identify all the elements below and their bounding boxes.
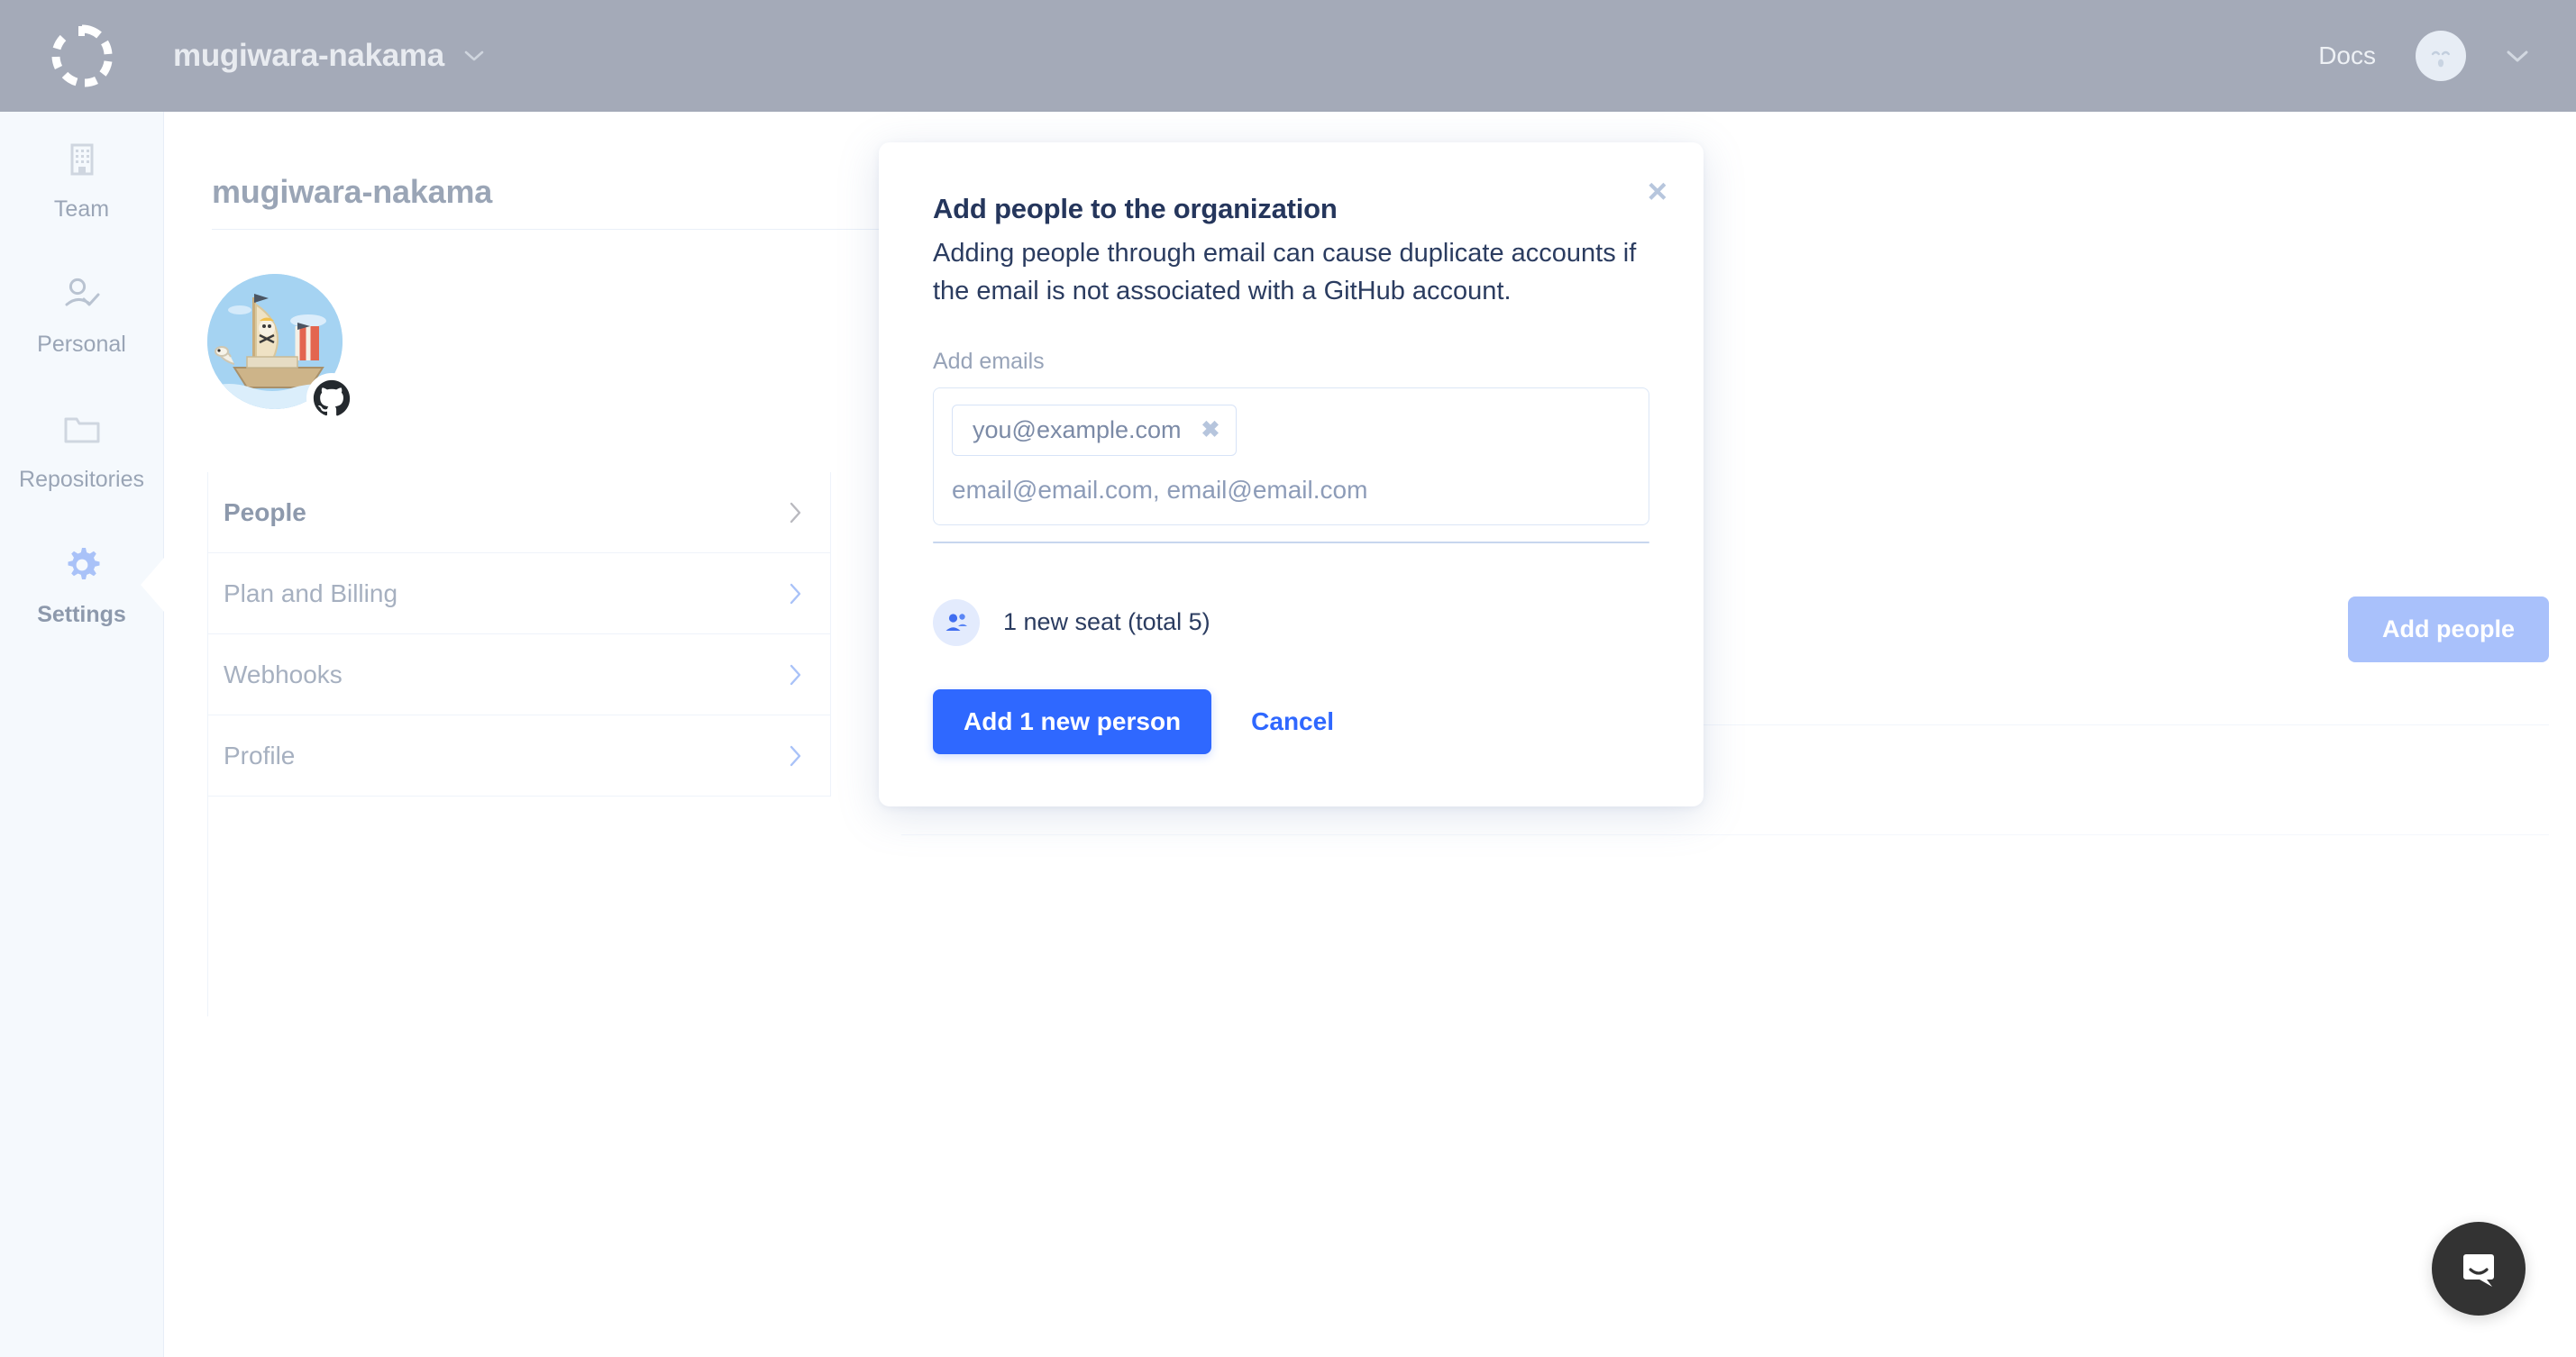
user-avatar-face-icon [2431, 50, 2450, 68]
sidebar-item-team[interactable]: Team [0, 112, 163, 247]
building-icon [59, 137, 105, 182]
intercom-chat-icon [2463, 1254, 2494, 1287]
email-chip-label: you@example.com [973, 415, 1182, 443]
chevron-down-icon [464, 50, 484, 62]
docs-link[interactable]: Docs [2318, 41, 2376, 70]
field-focus-underline [933, 541, 1649, 543]
add-people-modal: × Add people to the organization Adding … [879, 142, 1704, 806]
add-people-button[interactable]: Add people [2348, 597, 2549, 662]
app-root: mugiwara-nakama Docs mugiwara-nakama Peo… [0, 0, 2576, 1357]
email-input-placeholder: email@email.com, email@email.com [952, 475, 1368, 504]
github-badge [306, 373, 357, 423]
chevron-right-icon [789, 501, 803, 524]
sidebar-item-label: Team [53, 196, 110, 222]
modal-actions: Add 1 new person Cancel [933, 688, 1649, 754]
sidebar-item-repositories[interactable]: Repositories [0, 382, 163, 517]
segmented-ring-logo-icon [49, 23, 115, 89]
modal-description: Adding people through email can cause du… [933, 239, 1637, 306]
org-switcher[interactable]: mugiwara-nakama [164, 32, 493, 79]
intercom-launcher-button[interactable] [2432, 1222, 2526, 1316]
cancel-button[interactable]: Cancel [1251, 707, 1334, 736]
nav-label: Webhooks [224, 660, 343, 688]
people-seat-icon [933, 598, 980, 646]
email-input-field[interactable]: you@example.com ✖ email@email.com, email… [933, 387, 1649, 525]
gear-icon [59, 542, 105, 587]
seat-summary: 1 new seat (total 5) [933, 598, 1649, 646]
sidebar-item-settings[interactable]: Settings [0, 517, 164, 652]
top-header: mugiwara-nakama Docs [0, 0, 2576, 112]
nav-label: Profile [224, 741, 296, 770]
seat-count-text: 1 new seat (total 5) [1003, 608, 1210, 636]
close-icon[interactable]: × [1648, 175, 1667, 209]
folder-icon [59, 407, 105, 452]
org-name-label: mugiwara-nakama [173, 38, 444, 73]
members-divider-bottom [901, 834, 2549, 835]
sidebar-item-label: Settings [37, 601, 126, 627]
sidebar-item-profile[interactable]: Profile [207, 715, 830, 797]
chevron-right-icon [789, 663, 803, 687]
left-icon-rail: Team Personal Repositories Settings [0, 112, 164, 1357]
chevron-right-icon [789, 582, 803, 606]
user-check-icon [59, 272, 105, 317]
chevron-right-icon [789, 744, 803, 768]
avatar-chevron-down-icon[interactable] [2506, 49, 2529, 63]
page-title: mugiwara-nakama [212, 173, 493, 210]
nav-label: People [224, 498, 306, 526]
sidebar-item-label: Personal [37, 331, 126, 357]
github-icon [313, 379, 351, 416]
sidebar-item-webhooks[interactable]: Webhooks [207, 634, 830, 715]
sidebar-item-label: Repositories [19, 466, 144, 492]
add-emails-label: Add emails [933, 348, 1045, 374]
sidebar-item-people[interactable]: People [207, 472, 830, 553]
header-right-group: Docs [2318, 31, 2576, 81]
chip-remove-icon[interactable]: ✖ [1201, 418, 1220, 442]
avatar[interactable] [2416, 31, 2466, 81]
add-new-person-button[interactable]: Add 1 new person [933, 688, 1212, 754]
nav-label: Plan and Billing [224, 578, 398, 607]
modal-title: Add people to the organization [933, 193, 1338, 224]
app-logo[interactable] [0, 23, 164, 89]
email-chip[interactable]: you@example.com ✖ [952, 404, 1238, 456]
active-indicator-notch [141, 558, 164, 612]
sidebar-item-personal[interactable]: Personal [0, 247, 163, 382]
title-divider [212, 229, 906, 230]
settings-nav-list: People Plan and Billing Webhooks Profile [207, 472, 831, 797]
sidebar-item-plan-and-billing[interactable]: Plan and Billing [207, 553, 830, 634]
